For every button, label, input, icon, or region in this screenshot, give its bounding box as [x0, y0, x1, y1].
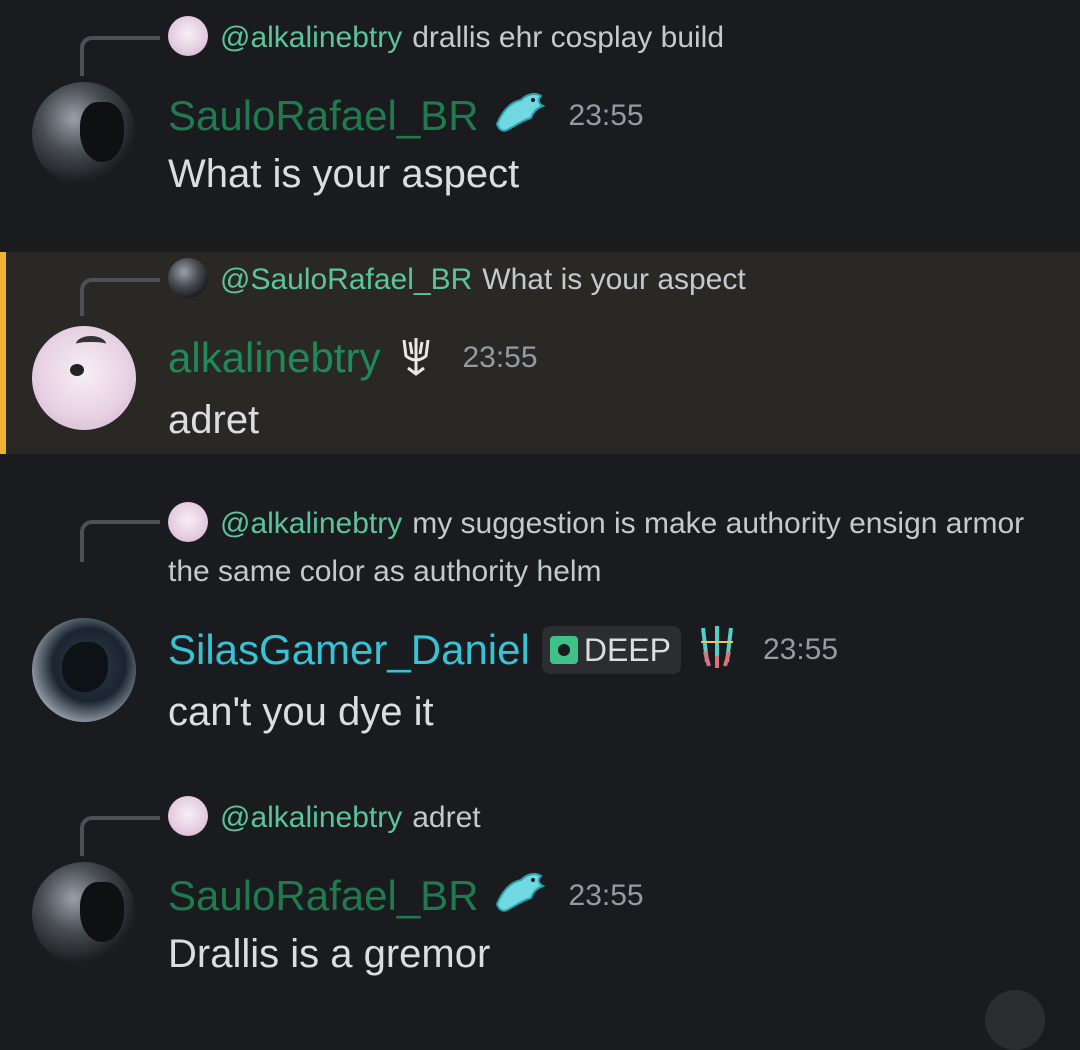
reply-preview[interactable]: @alkalinebtry adret: [168, 794, 481, 842]
message-content: Drallis is a gremor: [168, 932, 491, 976]
reply-mention[interactable]: @alkalinebtry: [220, 507, 402, 540]
reply-preview[interactable]: @alkalinebtry my suggestion is make autho…: [168, 500, 1028, 596]
reply-text: adret: [412, 801, 481, 834]
trident-icon: [394, 332, 438, 384]
avatar[interactable]: [32, 326, 136, 430]
timestamp[interactable]: 23:55: [763, 622, 838, 678]
timestamp[interactable]: 23:55: [462, 330, 537, 386]
timestamp[interactable]: 23:55: [569, 88, 644, 144]
reply-spine: [80, 816, 160, 856]
reply-spine: [80, 278, 160, 316]
timestamp[interactable]: 23:55: [569, 868, 644, 924]
guild-tag-label: DEEP: [583, 631, 671, 668]
avatar[interactable]: [32, 862, 136, 966]
username[interactable]: SauloRafael_BR: [168, 868, 479, 924]
reply-preview[interactable]: @alkalinebtry drallis ehr cosplay build: [168, 14, 724, 62]
reply-text: What is your aspect: [482, 263, 746, 296]
reply-avatar[interactable]: [168, 258, 208, 299]
message-4[interactable]: @alkalinebtry adret SauloRafael_BR 23:55 …: [0, 780, 1080, 1002]
reply-avatar[interactable]: [168, 796, 208, 837]
message-content: can't you dye it: [168, 690, 434, 734]
reply-mention[interactable]: @alkalinebtry: [220, 21, 402, 54]
reply-avatar[interactable]: [168, 502, 208, 543]
scroll-to-bottom-button[interactable]: [985, 990, 1045, 1050]
reply-mention[interactable]: @alkalinebtry: [220, 801, 402, 834]
dragon-icon: [493, 90, 546, 142]
claw-icon: [695, 622, 739, 678]
username[interactable]: alkalinebtry: [168, 330, 380, 386]
guild-tag[interactable]: DEEP: [541, 626, 681, 674]
message-header: SauloRafael_BR 23:55: [168, 868, 644, 924]
dragon-icon: [493, 870, 546, 922]
username[interactable]: SauloRafael_BR: [168, 88, 479, 144]
message-3[interactable]: @alkalinebtry my suggestion is make autho…: [0, 490, 1080, 760]
message-content: adret: [168, 398, 260, 442]
message-header: alkalinebtry 23:55: [168, 330, 538, 386]
message-header: SilasGamer_Daniel DEEP 23:55: [168, 622, 838, 678]
reply-avatar[interactable]: [168, 16, 208, 57]
reply-text: drallis ehr cosplay build: [412, 21, 725, 54]
avatar[interactable]: [32, 82, 136, 186]
reply-spine: [80, 520, 160, 562]
message-content: What is your aspect: [168, 152, 520, 196]
reply-mention[interactable]: @SauloRafael_BR: [220, 263, 472, 296]
username[interactable]: SilasGamer_Daniel: [168, 622, 530, 678]
avatar[interactable]: [32, 618, 136, 722]
reply-preview[interactable]: @SauloRafael_BR What is your aspect: [168, 256, 746, 304]
reply-spine: [80, 36, 160, 76]
message-header: SauloRafael_BR 23:55: [168, 88, 644, 144]
guild-tag-icon: [549, 636, 578, 664]
message-2[interactable]: @SauloRafael_BR What is your aspect alkal…: [0, 252, 1080, 454]
message-1[interactable]: @alkalinebtry drallis ehr cosplay build S…: [0, 0, 1080, 250]
